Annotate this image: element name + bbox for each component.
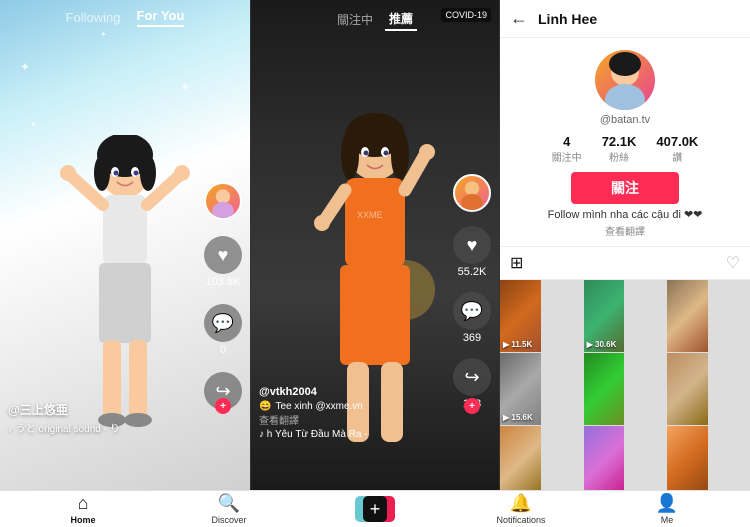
heart-icon-left: ♥: [204, 236, 242, 274]
video-grid-header: ⊞ ♡: [500, 246, 750, 280]
back-button[interactable]: ←: [510, 8, 528, 29]
like-count-left: 103.8K: [206, 276, 241, 288]
stat-followers: 72.1K 粉絲: [602, 134, 637, 164]
profile-header: ← Linh Hee: [500, 0, 750, 38]
me-label: Me: [661, 515, 674, 525]
grid-view-icon[interactable]: ⊞: [510, 253, 523, 273]
following-num: 4: [563, 134, 570, 149]
top-bar-mid: 關注中 推薦 COVID-19: [251, 0, 499, 39]
video-thumb-1[interactable]: ▶ 11.5K: [500, 280, 541, 352]
video-thumb-5[interactable]: [584, 353, 625, 425]
translate-link-mid[interactable]: 查看翻譯: [259, 412, 368, 427]
me-icon: 👤: [656, 493, 678, 514]
avatar-mid: [453, 174, 491, 212]
desc-mid: 😄 Tee xinh @xxme.vn: [259, 401, 368, 412]
covid-badge: COVID-19: [441, 8, 491, 22]
discover-icon: 🔍: [218, 493, 240, 514]
stat-likes: 407.0K 讚: [656, 134, 698, 164]
right-icons-mid: + ♥ 55.2K 💬 369 ↪ 108: [453, 174, 491, 410]
likes-label: 讚: [672, 149, 682, 164]
discover-label: Discover: [211, 515, 246, 525]
profile-name: Linh Hee: [538, 11, 597, 27]
sparkle-3: ✦: [30, 120, 37, 129]
followers-num: 72.1K: [602, 134, 637, 149]
following-tab-left[interactable]: Following: [66, 10, 121, 25]
comment-count-mid: 369: [463, 332, 481, 344]
comment-count-left: 0: [220, 344, 226, 356]
left-video-panel: ✦ ✦ ✦ ✦ ✦ ✦: [0, 0, 250, 490]
comment-icon-left: 💬: [204, 304, 242, 342]
video-thumb-4[interactable]: ▶ 15.6K: [500, 353, 541, 425]
username-left: @三上悠亜: [8, 401, 120, 418]
nav-home[interactable]: ⌂ Home: [10, 493, 156, 525]
liked-videos-icon[interactable]: ♡: [726, 253, 740, 273]
following-tab-mid[interactable]: 關注中: [333, 9, 377, 30]
followers-label: 粉絲: [609, 149, 629, 164]
follow-plus-mid: +: [464, 398, 480, 414]
sparkle-1: ✦: [20, 60, 30, 74]
likes-num: 407.0K: [656, 134, 698, 149]
home-icon: ⌂: [78, 493, 89, 514]
thumb-count-1: ▶ 11.5K: [503, 340, 532, 349]
desc-emoji: 😄: [259, 401, 271, 412]
home-label: Home: [70, 515, 95, 525]
translate-link-right[interactable]: 查看翻譯: [605, 223, 645, 238]
avatar-container-mid[interactable]: +: [453, 174, 491, 212]
comment-item-mid[interactable]: 💬 369: [453, 292, 491, 344]
comment-icon-mid: 💬: [453, 292, 491, 330]
heart-icon-mid: ♥: [453, 226, 491, 264]
following-label: 關注中: [552, 149, 582, 164]
sound-mid: ♪ h Yêu Từ Đầu Mà Ra -: [259, 429, 368, 440]
video-thumb-9[interactable]: [667, 426, 708, 490]
middle-video-panel: XXME 關注中 推薦 COVID-19 +: [250, 0, 500, 490]
svg-text:XXME: XXME: [357, 210, 383, 220]
profile-stats: 4 關注中 72.1K 粉絲 407.0K 讚: [552, 134, 699, 164]
sparkle-5: ✦: [15, 200, 22, 209]
notifications-icon: 🔔: [510, 493, 532, 514]
thumb-count-2: ▶ 30.6K: [587, 340, 617, 349]
avatar-container-left[interactable]: +: [204, 182, 242, 220]
recommended-tab-mid[interactable]: 推薦: [385, 8, 417, 31]
like-item-mid[interactable]: ♥ 55.2K: [453, 226, 491, 278]
bottom-info-mid: @vtkh2004 😄 Tee xinh @xxme.vn 查看翻譯 ♪ h Y…: [259, 386, 368, 440]
right-icons-left: + ♥ 103.8K 💬 0 ↪: [204, 182, 242, 410]
follow-plus-left: +: [215, 398, 231, 414]
video-thumb-3[interactable]: [667, 280, 708, 352]
add-btn-center: +: [363, 496, 387, 522]
nav-discover[interactable]: 🔍 Discover: [156, 493, 302, 525]
video-thumb-6[interactable]: [667, 353, 708, 425]
stat-following: 4 關注中: [552, 134, 582, 164]
notifications-label: Notifications: [496, 515, 545, 525]
bottom-nav: ⌂ Home 🔍 Discover + 🔔 Notifications 👤 Me: [0, 490, 750, 527]
username-mid: @vtkh2004: [259, 386, 368, 398]
sparkle-2: ✦: [180, 80, 190, 94]
left-girl-figure: [55, 135, 195, 435]
avatar-left: [204, 182, 242, 220]
profile-avatar-section: @batan.tv 4 關注中 72.1K 粉絲 407.0K 讚 關注 Fol…: [500, 38, 750, 246]
comment-item-left[interactable]: 💬 0: [204, 304, 242, 356]
add-btn[interactable]: +: [355, 496, 395, 522]
profile-bio: Follow mình nha các cậu đi ❤❤: [548, 208, 703, 221]
nav-add[interactable]: +: [302, 496, 448, 522]
nav-me[interactable]: 👤 Me: [594, 493, 740, 525]
video-thumb-2[interactable]: ▶ 30.6K: [584, 280, 625, 352]
video-thumb-7[interactable]: [500, 426, 541, 490]
bottom-info-left: @三上悠亜 ♪ うと original sound - り: [8, 401, 120, 435]
top-nav-left: Following For You: [0, 0, 250, 35]
video-grid: ▶ 11.5K ▶ 30.6K ▶ 15.6K: [500, 280, 750, 490]
thumb-count-4: ▶ 15.6K: [503, 413, 533, 422]
sound-left: ♪ うと original sound - り: [8, 420, 120, 435]
follow-button[interactable]: 關注: [571, 172, 679, 204]
like-item-left[interactable]: ♥ 103.8K: [204, 236, 242, 288]
like-count-mid: 55.2K: [458, 266, 487, 278]
profile-avatar: [595, 50, 655, 110]
right-profile-panel: ← Linh Hee @batan.tv 4 關注中 72.1K: [500, 0, 750, 490]
profile-handle: @batan.tv: [600, 114, 650, 126]
desc-text: Tee xinh @xxme.vn: [275, 401, 362, 412]
nav-notifications[interactable]: 🔔 Notifications: [448, 493, 594, 525]
share-icon-mid: ↪: [453, 358, 491, 396]
video-thumb-8[interactable]: [584, 426, 625, 490]
for-you-tab-left[interactable]: For You: [137, 8, 185, 27]
